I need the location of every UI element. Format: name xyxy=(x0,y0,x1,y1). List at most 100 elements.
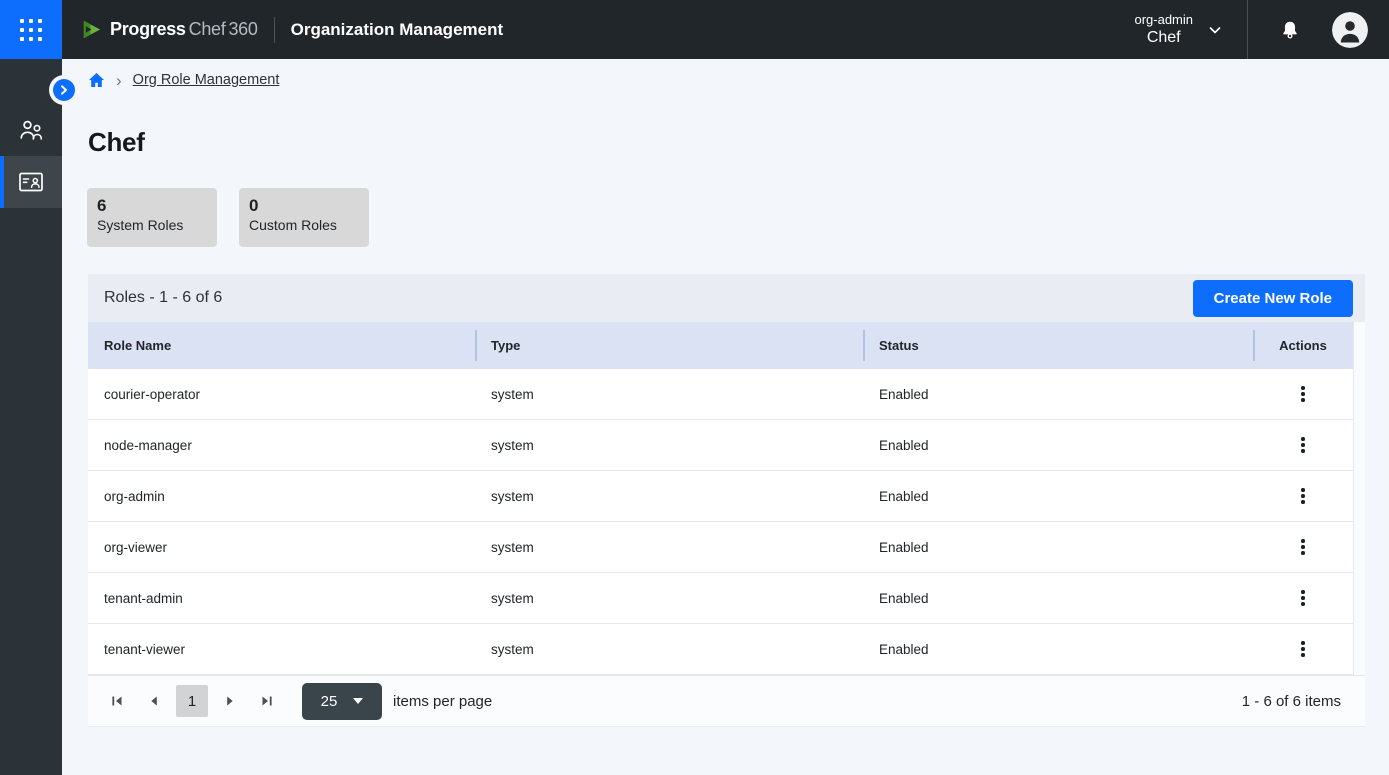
user-role-label: org-admin xyxy=(1134,12,1193,28)
kebab-menu-icon xyxy=(1301,539,1305,543)
table-title: Roles - 1 - 6 of 6 xyxy=(104,289,222,307)
actions-cell xyxy=(1253,573,1353,623)
dropdown-caret-icon xyxy=(353,698,363,704)
type-cell: system xyxy=(475,573,863,623)
table-row: courier-operator system Enabled xyxy=(88,369,1365,420)
previous-page-button[interactable] xyxy=(139,686,169,716)
status-cell: Enabled xyxy=(863,624,1253,674)
table-row: tenant-admin system Enabled xyxy=(88,573,1365,624)
breadcrumb-chevron-icon: › xyxy=(116,72,122,89)
create-new-role-button[interactable]: Create New Role xyxy=(1193,280,1353,317)
actions-cell xyxy=(1253,420,1353,470)
progress-logo-icon xyxy=(80,18,103,41)
breadcrumb-link-org-role-management[interactable]: Org Role Management xyxy=(133,72,280,88)
header-divider xyxy=(274,17,275,43)
table-row: node-manager system Enabled xyxy=(88,420,1365,471)
main-content: › Org Role Management Chef 6 System Role… xyxy=(62,59,1389,775)
roles-table-card: Roles - 1 - 6 of 6 Create New Role Role … xyxy=(88,274,1365,727)
next-page-button[interactable] xyxy=(215,686,245,716)
notifications-button[interactable] xyxy=(1260,0,1320,59)
top-header: Progress Chef 360 Organization Managemen… xyxy=(0,0,1389,59)
table-row: org-viewer system Enabled xyxy=(88,522,1365,573)
last-page-button[interactable] xyxy=(252,686,282,716)
table-header-row: Role Name Type Status Actions xyxy=(88,322,1365,369)
app-launcher-button[interactable] xyxy=(0,0,62,59)
app-title: Organization Management xyxy=(291,20,504,40)
table-scrollbar-track[interactable] xyxy=(1353,322,1365,675)
row-actions-kebab-button[interactable] xyxy=(1291,380,1315,408)
status-cell: Enabled xyxy=(863,369,1253,419)
previous-page-icon xyxy=(147,694,161,708)
sidebar-item-org-roles[interactable] xyxy=(0,156,62,208)
actions-cell xyxy=(1253,471,1353,521)
row-actions-kebab-button[interactable] xyxy=(1291,533,1315,561)
custom-roles-count: 0 xyxy=(249,196,369,216)
page-size-value: 25 xyxy=(321,693,338,710)
row-actions-kebab-button[interactable] xyxy=(1291,584,1315,612)
first-page-icon xyxy=(110,694,124,708)
row-actions-kebab-button[interactable] xyxy=(1291,431,1315,459)
table-body: courier-operator system Enabled node-man… xyxy=(88,369,1365,675)
table-row: org-admin system Enabled xyxy=(88,471,1365,522)
header-vertical-rule xyxy=(1247,0,1248,59)
notifications-bell-icon xyxy=(1279,19,1301,41)
column-header-actions: Actions xyxy=(1253,322,1353,369)
row-actions-kebab-button[interactable] xyxy=(1291,482,1315,510)
user-org-switcher[interactable]: org-admin Chef xyxy=(1134,12,1223,48)
chevron-right-icon xyxy=(58,84,70,96)
table-toolbar: Roles - 1 - 6 of 6 Create New Role xyxy=(88,274,1365,322)
column-header-role-name: Role Name xyxy=(88,322,475,369)
type-cell: system xyxy=(475,369,863,419)
custom-roles-card: 0 Custom Roles xyxy=(239,188,369,247)
user-org-label: Chef xyxy=(1134,28,1193,48)
actions-cell xyxy=(1253,624,1353,674)
sidebar-item-users[interactable] xyxy=(0,104,62,156)
current-page-button[interactable]: 1 xyxy=(176,685,208,717)
custom-roles-label: Custom Roles xyxy=(249,216,369,235)
apps-grid-icon xyxy=(20,19,42,41)
system-roles-count: 6 xyxy=(97,196,217,216)
actions-cell xyxy=(1253,522,1353,572)
sidebar-expand-button[interactable] xyxy=(53,79,75,101)
status-cell: Enabled xyxy=(863,420,1253,470)
table-row: tenant-viewer system Enabled xyxy=(88,624,1365,675)
status-cell: Enabled xyxy=(863,522,1253,572)
type-cell: system xyxy=(475,624,863,674)
pagination-bar: 1 25 items per page 1 - 6 of 6 items xyxy=(88,675,1365,727)
kebab-menu-icon xyxy=(1301,386,1305,390)
pagination-range-label: 1 - 6 of 6 items xyxy=(1242,693,1341,710)
roles-badge-icon xyxy=(18,171,44,193)
next-page-icon xyxy=(223,694,237,708)
last-page-icon xyxy=(260,694,274,708)
role-name-cell: courier-operator xyxy=(88,369,475,419)
type-cell: system xyxy=(475,522,863,572)
status-cell: Enabled xyxy=(863,573,1253,623)
kebab-menu-icon xyxy=(1301,590,1305,594)
roles-table: Role Name Type Status Actions courier-op… xyxy=(88,322,1365,675)
page-title: Chef xyxy=(88,127,1389,158)
role-name-cell: node-manager xyxy=(88,420,475,470)
column-header-type: Type xyxy=(475,322,863,369)
breadcrumb-home-button[interactable] xyxy=(88,72,105,88)
system-roles-card: 6 System Roles xyxy=(87,188,217,247)
account-avatar-button[interactable] xyxy=(1332,12,1368,48)
kebab-menu-icon xyxy=(1301,641,1305,645)
avatar-icon xyxy=(1332,12,1368,48)
users-icon xyxy=(18,118,45,142)
brand-chef-text: Chef xyxy=(189,19,226,40)
role-name-cell: tenant-admin xyxy=(88,573,475,623)
row-actions-kebab-button[interactable] xyxy=(1291,635,1315,663)
actions-cell xyxy=(1253,369,1353,419)
stat-cards: 6 System Roles 0 Custom Roles xyxy=(87,188,1389,247)
column-header-status: Status xyxy=(863,322,1253,369)
first-page-button[interactable] xyxy=(102,686,132,716)
brand-360-text: 360 xyxy=(228,19,257,40)
breadcrumb: › Org Role Management xyxy=(62,59,1389,101)
page-size-select[interactable]: 25 xyxy=(302,683,382,720)
role-name-cell: tenant-viewer xyxy=(88,624,475,674)
left-sidebar xyxy=(0,59,62,775)
type-cell: system xyxy=(475,471,863,521)
role-name-cell: org-admin xyxy=(88,471,475,521)
chevron-down-icon xyxy=(1207,22,1223,38)
status-cell: Enabled xyxy=(863,471,1253,521)
